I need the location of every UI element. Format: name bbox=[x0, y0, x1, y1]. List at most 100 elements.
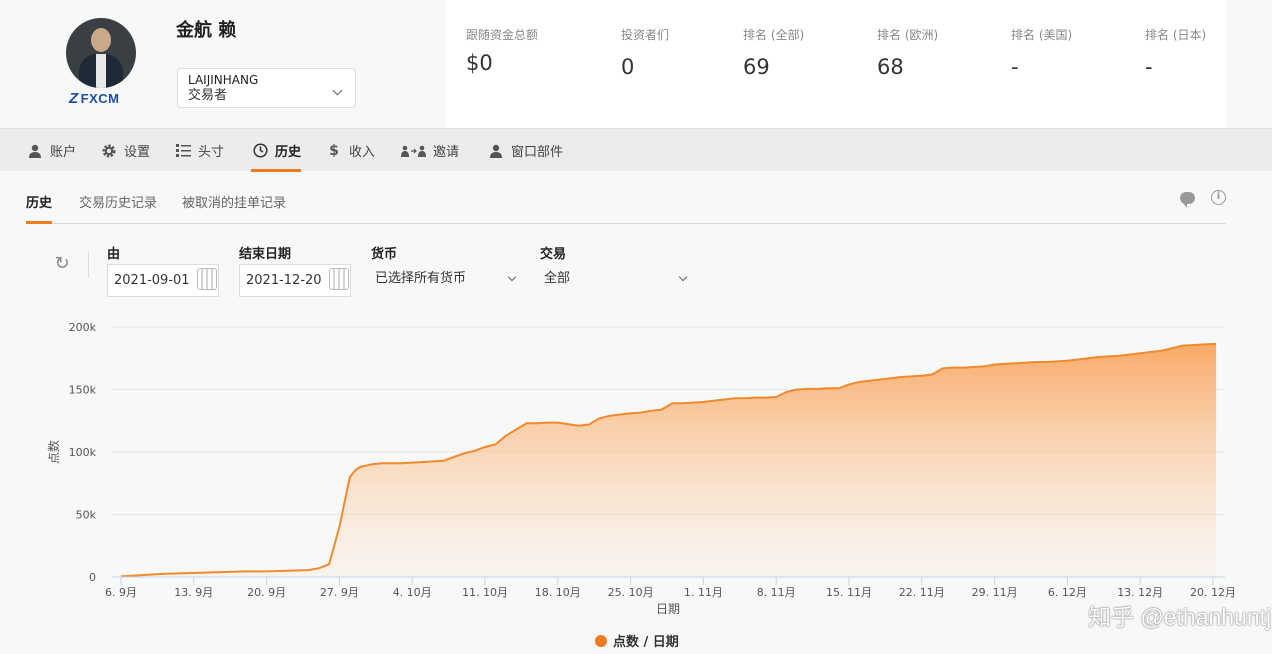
refresh-icon[interactable]: ↻ bbox=[52, 254, 72, 274]
y-tick-label: 200k bbox=[69, 321, 97, 334]
y-tick-label: 50k bbox=[76, 509, 97, 522]
stats-panel: 跟随资金总额 $0 投资者们 0 排名 (全部) 69 排名 (欧洲) 68 排… bbox=[446, 0, 1226, 128]
nav-label: 窗口部件 bbox=[511, 145, 564, 160]
x-tick-label: 6. 9月 bbox=[105, 586, 137, 599]
x-tick-label: 27. 9月 bbox=[320, 586, 359, 599]
x-tick-label: 20. 9月 bbox=[247, 586, 286, 599]
stat-rank-all: 排名 (全部) 69 bbox=[743, 26, 804, 79]
account-role: 交易者 bbox=[188, 88, 228, 103]
clock-icon bbox=[251, 142, 269, 160]
x-tick-label: 6. 12月 bbox=[1048, 586, 1087, 599]
to-label: 结束日期 bbox=[239, 247, 292, 262]
nav-label: 头寸 bbox=[198, 145, 225, 160]
chevron-down-icon bbox=[678, 272, 688, 282]
nav-settings[interactable]: 设置 bbox=[100, 129, 150, 172]
nav-label: 邀请 bbox=[433, 145, 460, 160]
subtab-trade-history[interactable]: 交易历史记录 bbox=[79, 192, 157, 224]
stat-rank-japan: 排名 (日本) - bbox=[1145, 26, 1206, 79]
legend-marker bbox=[595, 635, 607, 647]
x-tick-label: 4. 10月 bbox=[393, 586, 432, 599]
stat-value: 0 bbox=[621, 55, 635, 79]
stat-value: $0 bbox=[466, 51, 493, 75]
x-tick-label: 18. 10月 bbox=[535, 586, 581, 599]
stat-investors: 投资者们 0 bbox=[621, 26, 669, 79]
broker-logo-text: FXCM bbox=[80, 91, 120, 106]
y-tick-label: 100k bbox=[69, 446, 97, 459]
avatar[interactable] bbox=[66, 18, 136, 88]
x-tick-label: 15. 11月 bbox=[826, 586, 872, 599]
x-tick-label: 29. 11月 bbox=[972, 586, 1018, 599]
calendar-icon[interactable] bbox=[197, 268, 217, 290]
nav-label: 历史 bbox=[275, 145, 302, 160]
nav-label: 设置 bbox=[124, 145, 151, 160]
currency-label: 货币 bbox=[371, 247, 398, 262]
nav-income[interactable]: $ 收入 bbox=[325, 129, 375, 172]
stat-follow-funds: 跟随资金总额 $0 bbox=[466, 26, 538, 75]
legend-label: 点数 / 日期 bbox=[613, 634, 679, 650]
avatar-shirt bbox=[96, 54, 106, 88]
divider bbox=[88, 252, 89, 278]
invite-icon bbox=[401, 142, 427, 160]
list-icon bbox=[174, 142, 192, 160]
stat-value: 69 bbox=[743, 55, 770, 79]
stat-label: 排名 (全部) bbox=[743, 28, 805, 42]
chart-area bbox=[121, 343, 1217, 577]
x-axis-label: 日期 bbox=[656, 602, 680, 616]
y-axis-label: 点数 bbox=[46, 440, 61, 464]
stat-rank-usa: 排名 (美国) - bbox=[1011, 26, 1072, 79]
y-tick-labels: 0 50k 100k 150k 200k bbox=[69, 321, 97, 584]
currency-value: 已选择所有货币 bbox=[375, 271, 467, 286]
stat-rank-europe: 排名 (欧洲) 68 bbox=[877, 26, 938, 79]
x-tick-label: 8. 11月 bbox=[757, 586, 796, 599]
x-tick-label: 11. 10月 bbox=[462, 586, 508, 599]
nav-history[interactable]: 历史 bbox=[251, 129, 302, 172]
comment-icon[interactable] bbox=[1180, 192, 1195, 208]
stat-label: 跟随资金总额 bbox=[466, 28, 539, 42]
subtab-history[interactable]: 历史 bbox=[26, 192, 53, 224]
stat-label: 排名 (欧洲) bbox=[877, 28, 939, 42]
calendar-icon[interactable] bbox=[329, 268, 349, 290]
account-id: LAIJINHANG bbox=[188, 73, 259, 87]
fxcm-z-icon: Z bbox=[69, 90, 79, 107]
main-nav: 账户 设置 头寸 历史 $ 收入 邀请 窗口部件 bbox=[0, 128, 1272, 172]
x-tick-label: 22. 11月 bbox=[899, 586, 945, 599]
stat-label: 排名 (日本) bbox=[1145, 28, 1207, 42]
corner-icons: i bbox=[1180, 190, 1226, 208]
avatar-face bbox=[91, 28, 111, 52]
broker-logo: Z FXCM bbox=[69, 90, 120, 107]
stat-value: 68 bbox=[877, 55, 904, 79]
y-tick-label: 0 bbox=[89, 571, 96, 584]
nav-positions[interactable]: 头寸 bbox=[174, 129, 224, 172]
subtab-cancelled-orders[interactable]: 被取消的挂单记录 bbox=[182, 192, 286, 224]
info-icon[interactable]: i bbox=[1211, 190, 1226, 205]
trade-value: 全部 bbox=[544, 271, 571, 286]
nav-widgets[interactable]: 窗口部件 bbox=[487, 129, 563, 172]
nav-account[interactable]: 账户 bbox=[26, 129, 76, 172]
points-chart: 0 50k 100k 150k 200k 6. 9月 13. 9月 20. 9月 27. 9月… bbox=[46, 321, 1236, 650]
user-name: 金航 赖 bbox=[176, 20, 237, 41]
trade-select[interactable]: 全部 bbox=[544, 264, 689, 294]
chevron-down-icon bbox=[507, 272, 517, 282]
stat-value: - bbox=[1145, 55, 1153, 79]
watermark: 知乎 @ethanhuntj bbox=[1088, 604, 1272, 630]
account-select[interactable]: LAIJINHANG 交易者 bbox=[177, 68, 356, 108]
profile-panel: Z FXCM 金航 赖 LAIJINHANG 交易者 bbox=[0, 0, 446, 128]
widget-icon bbox=[487, 142, 505, 160]
trade-label: 交易 bbox=[540, 247, 567, 262]
history-subtabs: 历史 交易历史记录 被取消的挂单记录 i bbox=[26, 172, 1226, 224]
nav-label: 账户 bbox=[50, 145, 77, 160]
stat-value: - bbox=[1011, 55, 1019, 79]
dollar-icon: $ bbox=[329, 142, 339, 159]
stat-label: 投资者们 bbox=[621, 28, 670, 42]
x-tick-label: 13. 9月 bbox=[174, 586, 213, 599]
nav-invite[interactable]: 邀请 bbox=[401, 129, 459, 172]
x-tick-labels: 6. 9月 13. 9月 20. 9月 27. 9月 4. 10月 11. 10月 18. … bbox=[105, 577, 1236, 599]
nav-label: 收入 bbox=[349, 145, 376, 160]
from-label: 由 bbox=[107, 247, 121, 262]
chart-legend[interactable]: 点数 / 日期 bbox=[595, 634, 679, 650]
x-tick-label: 25. 10月 bbox=[608, 586, 654, 599]
y-tick-label: 150k bbox=[69, 384, 97, 397]
user-icon bbox=[26, 142, 44, 160]
currency-select[interactable]: 已选择所有货币 bbox=[375, 264, 520, 294]
stat-label: 排名 (美国) bbox=[1011, 28, 1073, 42]
